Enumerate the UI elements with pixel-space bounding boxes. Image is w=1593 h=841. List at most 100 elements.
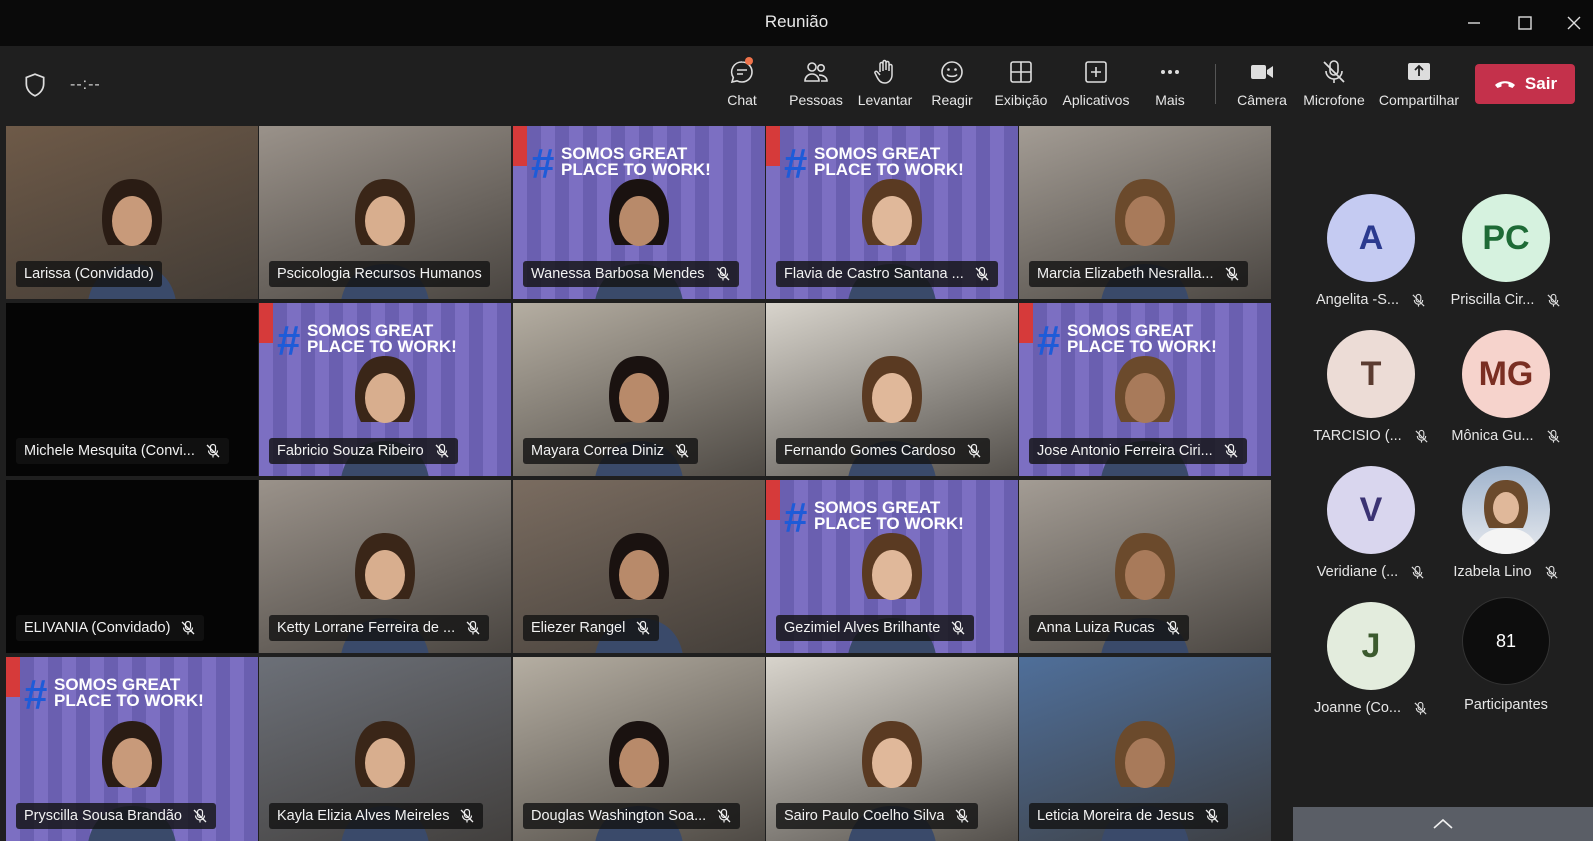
chat-label: Chat xyxy=(727,92,757,108)
people-button[interactable]: Pessoas xyxy=(783,58,849,114)
video-tile[interactable]: Eliezer Rangel xyxy=(513,480,765,653)
video-tile[interactable]: Fernando Gomes Cardoso xyxy=(766,303,1018,476)
view-button[interactable]: Exibição xyxy=(991,58,1051,114)
avatar-photo xyxy=(1462,466,1550,554)
participant-card[interactable]: Izabela Lino xyxy=(1441,466,1571,596)
participant-name: Joanne (Co... xyxy=(1314,700,1428,716)
maximize-icon xyxy=(1518,16,1532,30)
avatar: J xyxy=(1327,602,1415,690)
react-button[interactable]: Reagir xyxy=(927,58,977,114)
video-tile[interactable]: Sairo Paulo Coelho Silva xyxy=(766,657,1018,841)
meeting-timer: --:-- xyxy=(70,76,101,93)
mic-off-icon xyxy=(1225,266,1238,281)
gptw-hash: # xyxy=(277,317,301,364)
leave-label: Sair xyxy=(1524,74,1558,93)
participant-card[interactable]: A Angelita -S... xyxy=(1306,194,1436,324)
participant-name-label: Sairo Paulo Coelho Silva xyxy=(776,803,979,829)
participant-card[interactable]: MG Mônica Gu... xyxy=(1441,330,1571,460)
participant-name-label: Flavia de Castro Santana ... xyxy=(776,261,998,287)
brand-stripe xyxy=(6,657,20,697)
participant-name-label: Gezimiel Alves Brilhante xyxy=(776,615,975,641)
person-photo xyxy=(1474,480,1538,554)
video-tile[interactable]: Pscicologia Recursos Humanos xyxy=(259,126,511,299)
mic-off-icon xyxy=(1411,565,1424,579)
more-button[interactable]: Mais xyxy=(1145,58,1195,114)
raise-hand-label: Levantar xyxy=(857,92,913,108)
meeting-toolbar: --:-- Chat Pessoas Levantar Reagir Exibi… xyxy=(0,46,1593,124)
video-tile[interactable]: # SOMOS GREAT PLACE TO WORK! Wanessa Barbos… xyxy=(513,126,765,299)
video-tile[interactable]: Anna Luiza Rucas xyxy=(1019,480,1271,653)
panel-collapse-bar[interactable] xyxy=(1293,807,1593,841)
mic-off-icon xyxy=(955,808,969,823)
maximize-button[interactable] xyxy=(1508,8,1542,38)
participant-name-label: Marcia Elizabeth Nesralla... xyxy=(1029,261,1248,287)
video-tile[interactable]: Mayara Correa Diniz xyxy=(513,303,765,476)
brand-stripe xyxy=(766,480,780,520)
participants-count-button[interactable]: 81 Participantes xyxy=(1441,597,1571,727)
brand-stripe xyxy=(513,126,527,166)
video-tile[interactable]: Michele Mesquita (Convi... xyxy=(6,303,258,476)
video-tile[interactable]: Ketty Lorrane Ferreira de ... xyxy=(259,480,511,653)
video-tile[interactable]: Marcia Elizabeth Nesralla... xyxy=(1019,126,1271,299)
participant-card[interactable]: PC Priscilla Cir... xyxy=(1441,194,1571,324)
apps-label: Aplicativos xyxy=(1062,92,1130,108)
mic-off-icon xyxy=(1224,443,1238,458)
mic-off-icon xyxy=(636,620,650,635)
more-label: Mais xyxy=(1155,92,1185,108)
brand-stripe xyxy=(259,303,273,343)
mic-off-icon xyxy=(461,808,474,823)
minimize-button[interactable] xyxy=(1457,8,1491,38)
mic-off-icon xyxy=(951,620,965,635)
close-icon xyxy=(1567,16,1581,30)
video-tile[interactable]: Kayla Elizia Alves Meireles xyxy=(259,657,511,841)
mic-off-icon xyxy=(1414,701,1427,715)
camera-icon xyxy=(1251,65,1273,79)
leave-button[interactable]: Sair xyxy=(1475,64,1575,104)
view-grid-icon xyxy=(1010,61,1032,83)
avatar: A xyxy=(1327,194,1415,282)
close-button[interactable] xyxy=(1557,8,1591,38)
brand-stripe xyxy=(1019,303,1033,343)
shield-icon[interactable] xyxy=(22,72,48,98)
video-tile[interactable]: Leticia Moreira de Jesus xyxy=(1019,657,1271,841)
chat-button[interactable]: Chat xyxy=(717,57,767,114)
window-title: Reunião xyxy=(764,12,829,31)
raise-hand-button[interactable]: Levantar xyxy=(852,58,918,114)
participant-name: Mônica Gu... xyxy=(1451,428,1560,444)
apps-button[interactable]: Aplicativos xyxy=(1060,58,1132,114)
participants-count: 81 xyxy=(1462,597,1550,685)
mic-off-icon xyxy=(1323,60,1345,83)
add-app-icon xyxy=(1085,61,1107,83)
participant-card[interactable]: V Veridiane (... xyxy=(1306,466,1436,596)
participant-card[interactable]: J Joanne (Co... xyxy=(1306,602,1436,732)
video-tile[interactable]: Larissa (Convidado) xyxy=(6,126,258,299)
share-icon xyxy=(1408,63,1430,80)
participant-name-label: Pryscilla Sousa Brandão xyxy=(16,803,216,829)
avatar: MG xyxy=(1462,330,1550,418)
raise-hand-icon xyxy=(874,59,893,84)
participant-card[interactable]: T TARCISIO (... xyxy=(1306,330,1436,460)
participant-name: TARCISIO (... xyxy=(1313,428,1428,444)
mic-off-icon xyxy=(1205,808,1219,823)
mic-off-icon xyxy=(435,443,449,458)
participant-name-label: Pscicologia Recursos Humanos xyxy=(269,261,490,287)
participant-name: Priscilla Cir... xyxy=(1451,292,1562,308)
participant-name: Izabela Lino xyxy=(1453,564,1558,580)
camera-button[interactable]: Câmera xyxy=(1235,58,1289,114)
camera-label: Câmera xyxy=(1237,92,1287,108)
video-tile[interactable]: # SOMOS GREAT PLACE TO WORK! Pryscilla Sous… xyxy=(6,657,258,841)
video-tile[interactable]: # SOMOS GREAT PLACE TO WORK! Jose Antonio F… xyxy=(1019,303,1271,476)
participant-name-label: Jose Antonio Ferreira Ciri... xyxy=(1029,438,1247,464)
gptw-hash: # xyxy=(784,140,808,187)
video-tile[interactable]: # SOMOS GREAT PLACE TO WORK! Fabricio Souza… xyxy=(259,303,511,476)
video-tile[interactable]: # SOMOS GREAT PLACE TO WORK! Flavia de Cast… xyxy=(766,126,1018,299)
video-tile[interactable]: ELIVANIA (Convidado) xyxy=(6,480,258,653)
participant-name-label: Wanessa Barbosa Mendes xyxy=(523,261,739,287)
mic-off-icon xyxy=(181,620,195,635)
video-tile[interactable]: Douglas Washington Soa... xyxy=(513,657,765,841)
mic-off-icon xyxy=(193,808,207,823)
mic-off-icon xyxy=(1545,565,1558,579)
microphone-button[interactable]: Microfone xyxy=(1300,58,1368,114)
video-tile[interactable]: # SOMOS GREAT PLACE TO WORK! Gezimiel Alves… xyxy=(766,480,1018,653)
share-button[interactable]: Compartilhar xyxy=(1376,58,1462,114)
